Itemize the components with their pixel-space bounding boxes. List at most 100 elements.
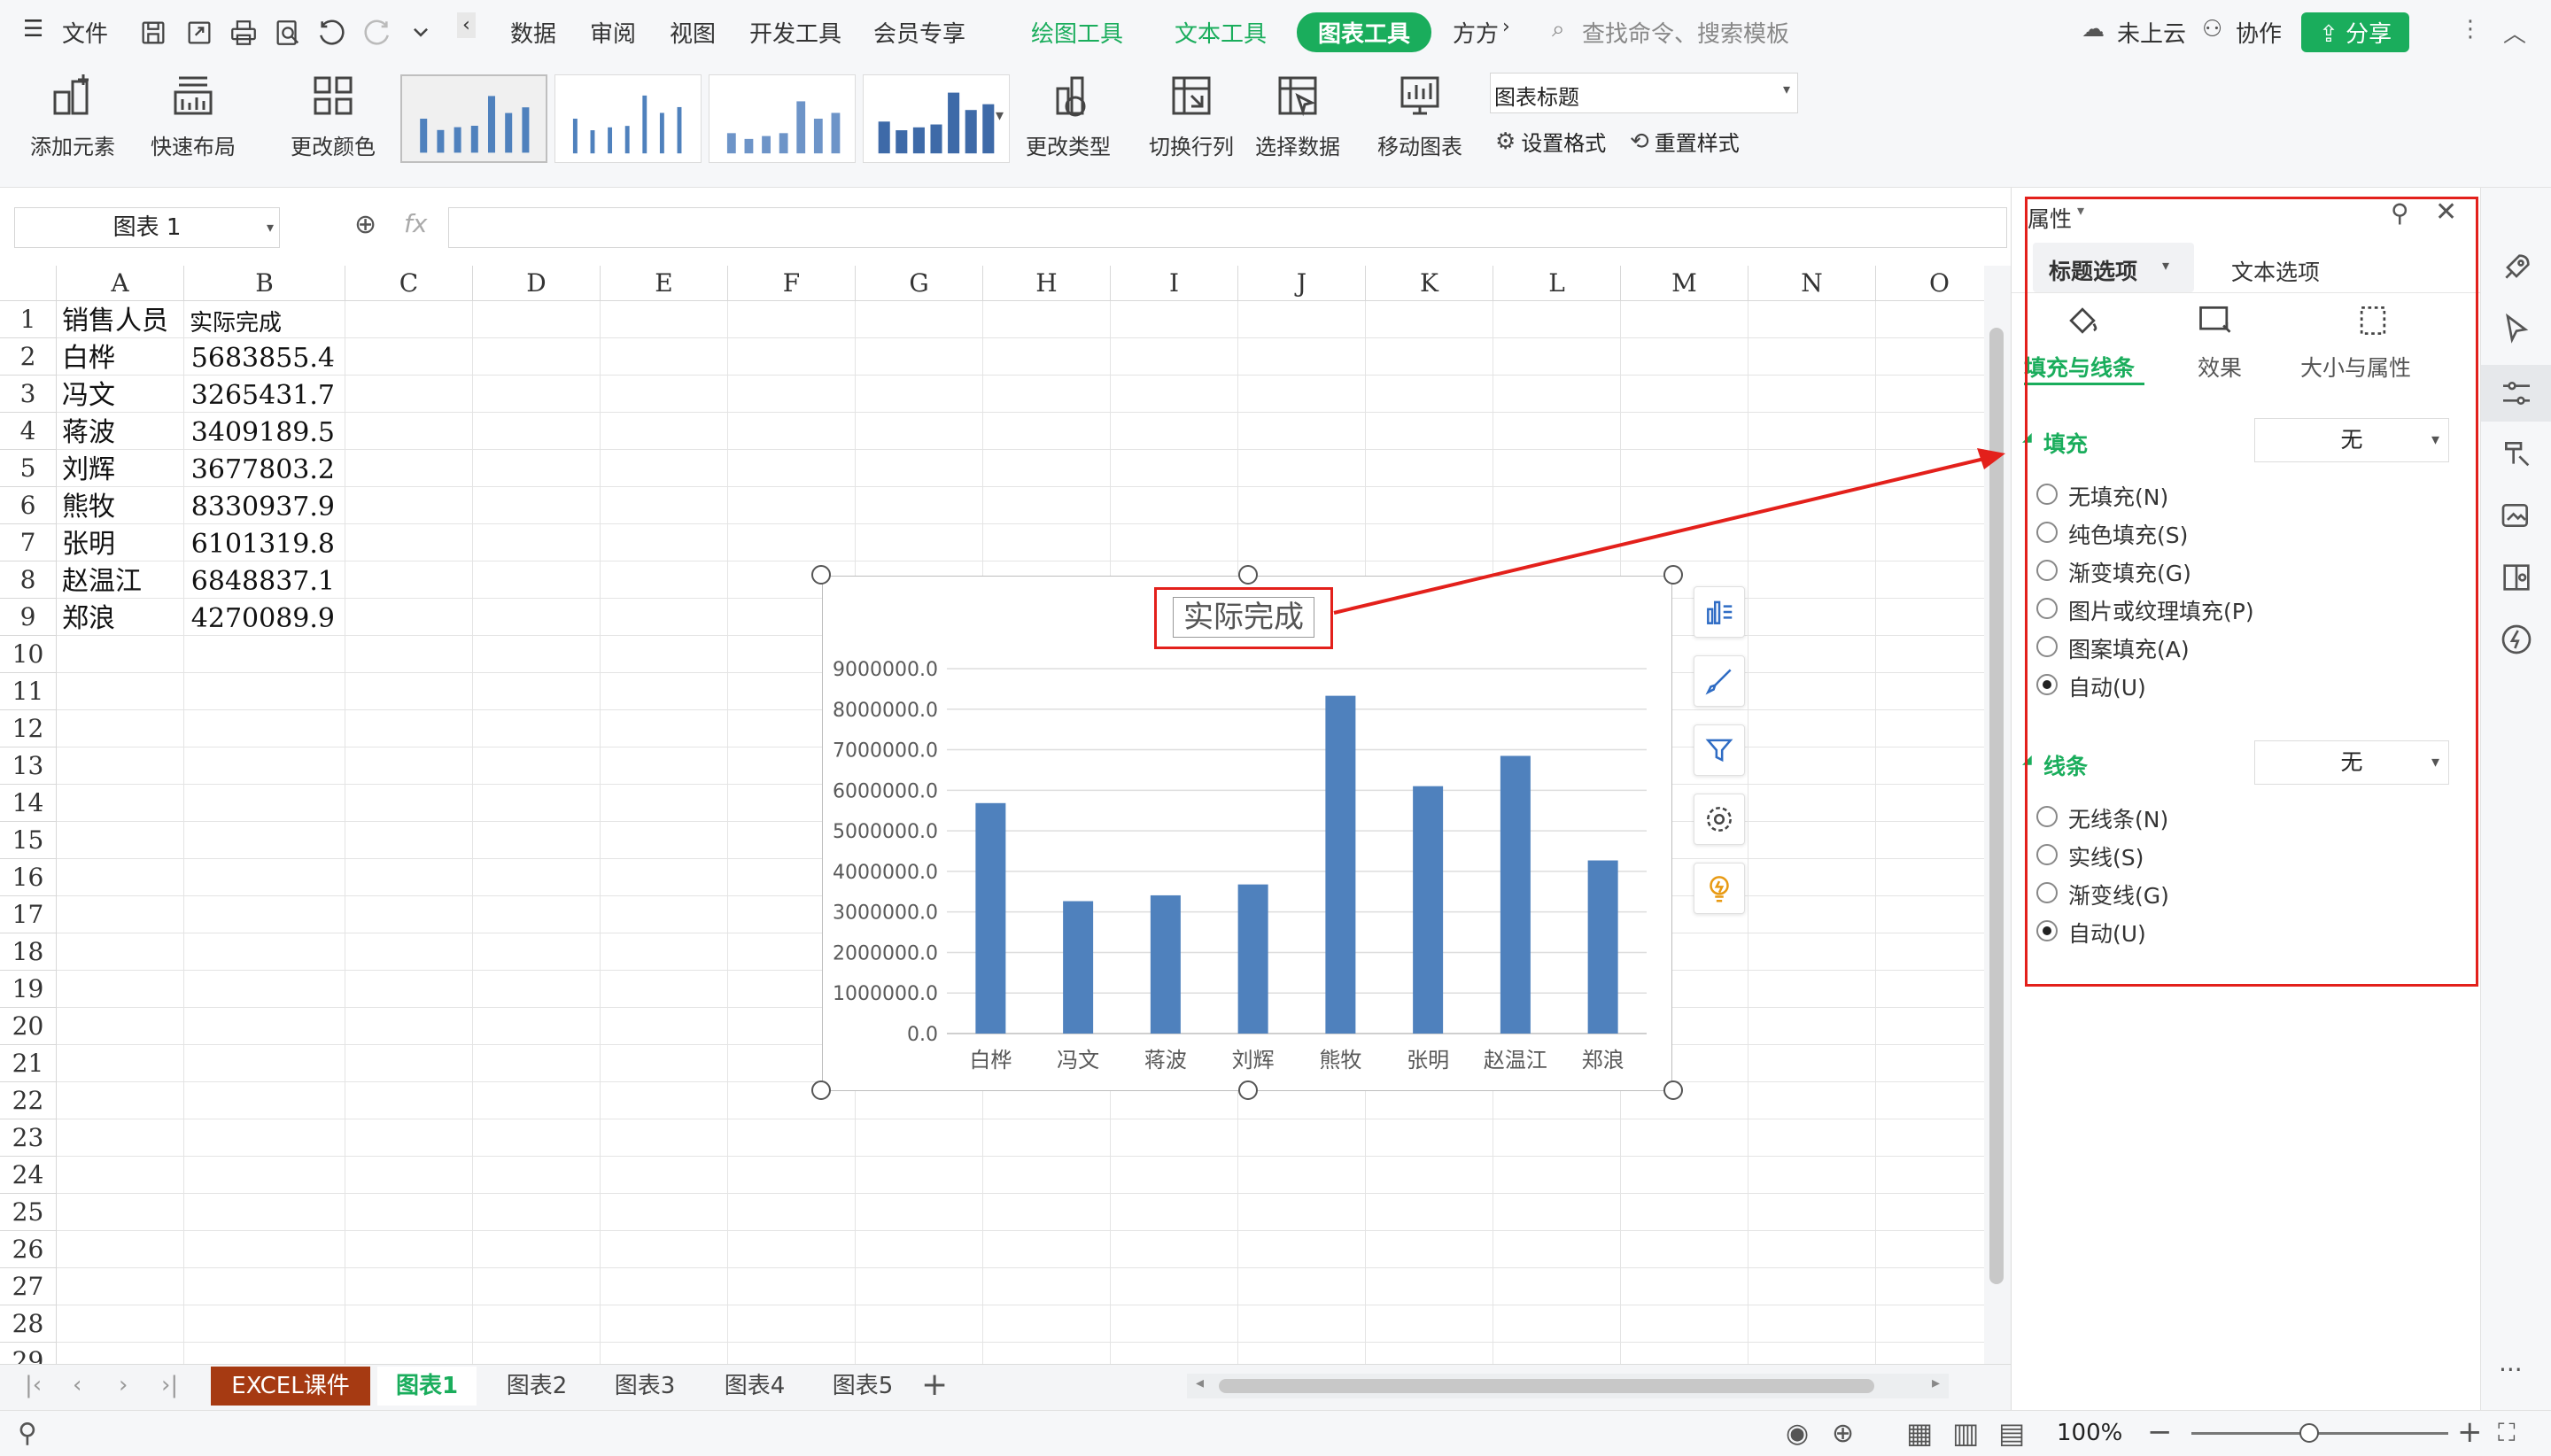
more-menu-icon[interactable]: ⋮ (2459, 16, 2482, 43)
tab-drawing-tools[interactable]: 绘图工具 (1031, 16, 1123, 49)
resize-handle-bottom-right[interactable] (1663, 1080, 1683, 1100)
row-header-6[interactable]: 6 (0, 487, 57, 524)
add-sheet-icon[interactable]: + (921, 1367, 948, 1403)
chart-element-select[interactable]: 图表标题 ▾ (1490, 73, 1798, 113)
change-type-button[interactable]: 更改类型 (1022, 67, 1114, 182)
cell-a7[interactable]: 张明 (62, 526, 115, 563)
lightning-icon[interactable] (2499, 622, 2534, 657)
menu-tab-review[interactable]: 审阅 (590, 16, 636, 49)
cell-b3[interactable]: 3265431.7 (184, 377, 335, 414)
row-header-8[interactable]: 8 (0, 561, 57, 599)
rocket-icon[interactable] (2499, 250, 2534, 285)
sheet-tab-1[interactable]: 图表1 (377, 1367, 477, 1406)
resize-handle-bottom[interactable] (1238, 1080, 1258, 1100)
menu-scroll-left-icon[interactable]: ‹ (457, 12, 476, 38)
tab-text-tools[interactable]: 文本工具 (1175, 16, 1267, 49)
normal-view-icon[interactable]: ▦ (1906, 1416, 1933, 1450)
row-header-9[interactable]: 9 (0, 599, 57, 636)
column-header-m[interactable]: M (1621, 266, 1748, 301)
chart-settings-button[interactable] (1694, 794, 1745, 845)
next-sheet-icon[interactable]: › (119, 1372, 128, 1398)
zoom-slider-thumb[interactable] (2299, 1423, 2319, 1443)
row-header-1[interactable]: 1 (0, 301, 57, 338)
cell-b2[interactable]: 5683855.4 (184, 340, 335, 377)
set-format-button[interactable]: ⚙ 设置格式 (1495, 126, 1606, 157)
export-icon[interactable] (184, 18, 214, 48)
page-break-view-icon[interactable]: ▤ (1998, 1416, 2025, 1450)
chart-ideas-button[interactable] (1694, 863, 1745, 914)
select-data-button[interactable]: 选择数据 (1249, 67, 1346, 182)
eye-protection-icon[interactable]: ◉ (1786, 1418, 1809, 1449)
cell-b9[interactable]: 4270089.9 (184, 600, 335, 638)
chart-object[interactable]: 实际完成 0.0 1000000.0 2000000.0 3000000.0 40000… (822, 576, 1672, 1091)
more-rail-icon[interactable]: ··· (2499, 1355, 2534, 1390)
column-header-b[interactable]: B (184, 266, 345, 301)
hamburger-icon[interactable]: ☰ (23, 16, 43, 43)
row-header-4[interactable]: 4 (0, 413, 57, 450)
column-header-k[interactable]: K (1366, 266, 1493, 301)
column-header-n[interactable]: N (1748, 266, 1876, 301)
row-header-17[interactable]: 17 (0, 896, 57, 933)
save-icon[interactable] (138, 18, 168, 48)
resize-handle-top[interactable] (1238, 565, 1258, 585)
resize-handle-top-left[interactable] (811, 565, 831, 585)
row-header-24[interactable]: 24 (0, 1157, 57, 1194)
tab-chart-tools[interactable]: 图表工具 (1297, 12, 1432, 52)
row-header-2[interactable]: 2 (0, 338, 57, 376)
add-element-button[interactable]: 添加元素 (19, 67, 126, 182)
column-header-f[interactable]: F (728, 266, 856, 301)
layout-center-icon[interactable]: ⊕ (1832, 1418, 1854, 1449)
chart-filter-button[interactable] (1694, 724, 1745, 776)
page-layout-view-icon[interactable]: ▥ (1952, 1416, 1979, 1450)
column-header-j[interactable]: J (1238, 266, 1366, 301)
menu-tab-member[interactable]: 会员专享 (873, 16, 965, 49)
cell-a1[interactable]: 销售人员 (62, 303, 168, 340)
cell-a9[interactable]: 郑浪 (62, 600, 115, 638)
row-header-16[interactable]: 16 (0, 859, 57, 896)
row-header-18[interactable]: 18 (0, 933, 57, 971)
prev-sheet-icon[interactable]: ‹ (73, 1372, 81, 1398)
row-header-13[interactable]: 13 (0, 747, 57, 785)
chart-elements-button[interactable] (1694, 586, 1745, 638)
cell-b1[interactable]: 实际完成 (190, 305, 282, 342)
column-header-h[interactable]: H (983, 266, 1111, 301)
row-header-7[interactable]: 7 (0, 524, 57, 561)
sheet-tab-3[interactable]: 图表3 (595, 1367, 694, 1406)
menu-tab-fangfang[interactable]: 方方 (1453, 16, 1499, 49)
sheet-tab-excel[interactable]: EXCEL课件 (211, 1367, 370, 1406)
cell-b8[interactable]: 6848837.1 (184, 563, 335, 600)
cell-a2[interactable]: 白桦 (62, 340, 115, 377)
cell-b5[interactable]: 3677803.2 (184, 452, 335, 489)
menu-tab-data[interactable]: 数据 (510, 16, 556, 49)
resize-handle-top-right[interactable] (1663, 565, 1683, 585)
column-header-a[interactable]: A (57, 266, 184, 301)
collapse-ribbon-icon[interactable]: ︿ (2503, 16, 2526, 49)
cell-a4[interactable]: 蒋波 (62, 414, 115, 452)
cursor-select-icon[interactable] (2499, 312, 2534, 347)
cell-a5[interactable]: 刘辉 (62, 452, 115, 489)
chart-style-more-icon[interactable]: ▾ (996, 106, 1004, 125)
zoom-level[interactable]: 100% (2057, 1420, 2122, 1446)
zoom-out-icon[interactable]: − (2147, 1414, 2173, 1450)
zoom-in-icon[interactable]: + (2457, 1414, 2483, 1450)
format-icon[interactable] (2499, 436, 2534, 471)
cell-a3[interactable]: 冯文 (62, 377, 115, 414)
cell-b6[interactable]: 8330937.9 (184, 489, 335, 526)
row-header-27[interactable]: 27 (0, 1268, 57, 1305)
vertical-scroll-thumb[interactable] (1989, 328, 2004, 1284)
cell-b4[interactable]: 3409189.5 (184, 414, 335, 452)
select-all-corner[interactable] (0, 266, 57, 301)
fx-icon[interactable]: fx (404, 209, 427, 238)
book-search-icon[interactable] (2499, 560, 2534, 595)
row-header-11[interactable]: 11 (0, 673, 57, 710)
horizontal-scrollbar[interactable]: ◂ ▸ (1187, 1374, 1949, 1398)
search-icon[interactable]: ⌕ (1552, 16, 1565, 43)
row-header-20[interactable]: 20 (0, 1008, 57, 1045)
chart-style-brush-button[interactable] (1694, 655, 1745, 707)
sheet-tab-2[interactable]: 图表2 (487, 1367, 586, 1406)
cell-a6[interactable]: 熊牧 (62, 489, 115, 526)
formula-input[interactable] (448, 207, 2007, 248)
column-header-i[interactable]: I (1111, 266, 1238, 301)
more-quick-access-icon[interactable] (406, 18, 436, 48)
sheet-tab-5[interactable]: 图表5 (813, 1367, 912, 1406)
